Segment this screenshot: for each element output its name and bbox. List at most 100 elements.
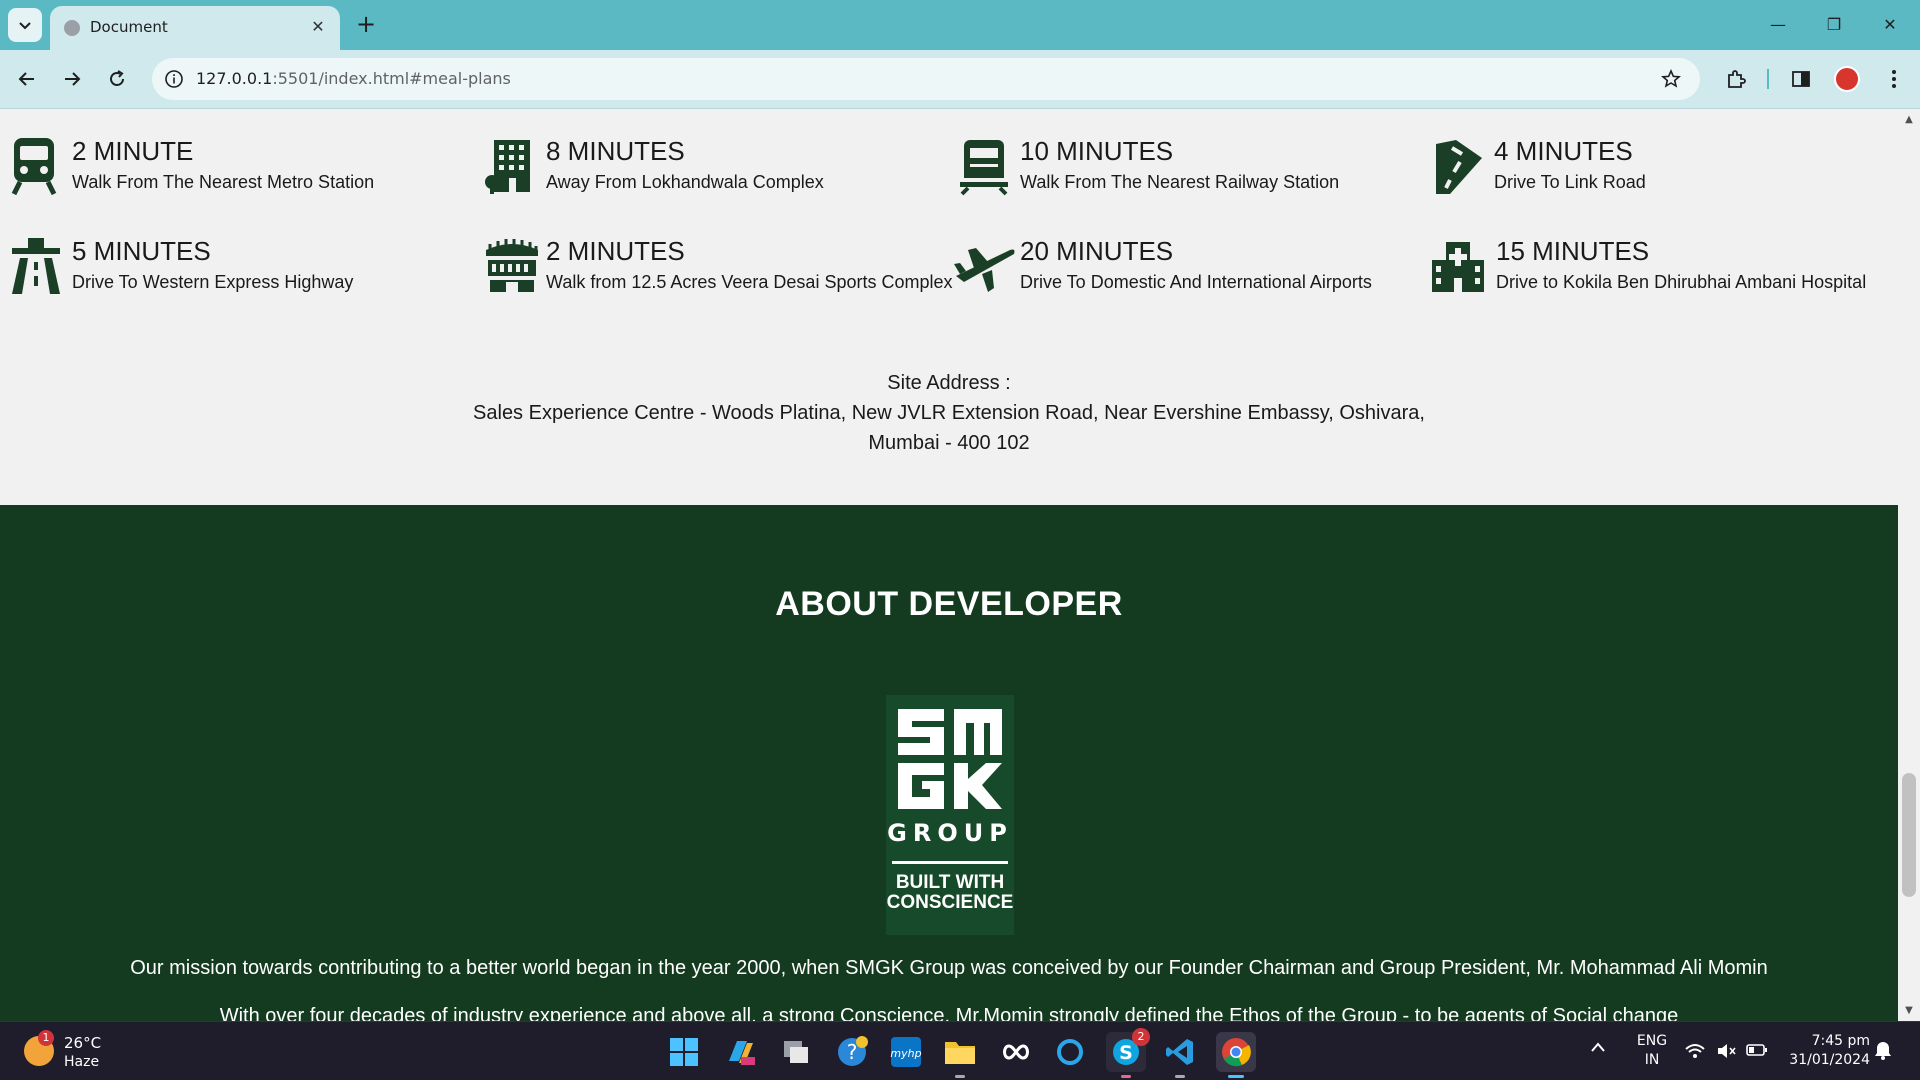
location-section: 2 MINUTE Walk From The Nearest Metro Sta…: [0, 110, 1898, 505]
task-view-icon: [784, 1041, 808, 1063]
location-time: 2 MINUTES: [546, 236, 685, 266]
page-scrollbar[interactable]: ▲ ▼: [1898, 110, 1920, 1021]
extensions-icon[interactable]: [1720, 63, 1752, 95]
location-description: Drive To Link Road: [1494, 172, 1646, 192]
logo-divider: [892, 861, 1008, 864]
cortana-app[interactable]: [1050, 1032, 1090, 1072]
location-time: 10 MINUTES: [1020, 136, 1174, 166]
svg-text:myhp: myhp: [890, 1047, 921, 1060]
language-indicator[interactable]: ENG IN: [1628, 1032, 1676, 1070]
address-bar[interactable]: 127.0.0.1:5501/index.html#meal-plans: [152, 58, 1700, 100]
section-title: ABOUT DEVELOPER: [775, 585, 1123, 623]
location-description: Drive To Western Express Highway: [72, 272, 354, 292]
page-viewport: 2 MINUTE Walk From The Nearest Metro Sta…: [0, 110, 1898, 1021]
skype-app[interactable]: S 2: [1106, 1028, 1150, 1078]
svg-text:?: ?: [847, 1040, 858, 1064]
reload-button[interactable]: [100, 62, 134, 96]
meta-app[interactable]: [996, 1032, 1036, 1072]
highway-icon: [10, 236, 62, 296]
region-code: IN: [1644, 1052, 1660, 1068]
location-time: 20 MINUTES: [1020, 236, 1174, 266]
location-description: Away From Lokhandwala Complex: [546, 172, 824, 192]
location-item: 2 MINUTES Walk from 12.5 Acres Veera Des…: [484, 236, 954, 306]
help-icon: ?: [838, 1036, 868, 1066]
infinity-icon: [1003, 1044, 1029, 1060]
new-tab-button[interactable]: +: [352, 10, 380, 38]
mission-text: Our mission towards contributing to a be…: [130, 957, 1768, 979]
smgk-logo-mark: [898, 709, 1002, 809]
site-info-icon[interactable]: [162, 67, 186, 91]
location-description: Drive to Kokila Ben Dhirubhai Ambani Hos…: [1496, 272, 1867, 292]
clock[interactable]: 7:45 pm 31/01/2024: [1784, 1032, 1870, 1070]
weather-widget[interactable]: 1 26°C Haze: [20, 1030, 140, 1074]
windows-logo-icon: [670, 1038, 698, 1066]
volume-muted-icon[interactable]: [1716, 1042, 1736, 1066]
location-item: 15 MINUTES Drive to Kokila Ben Dhirubhai…: [1430, 236, 1898, 306]
address-label: Site Address :: [887, 372, 1011, 394]
metro-train-icon: [10, 136, 62, 196]
minimize-button[interactable]: —: [1758, 8, 1798, 40]
notification-bell-icon[interactable]: [1874, 1040, 1892, 1066]
bookmark-star-icon[interactable]: [1658, 66, 1684, 92]
weather-temperature: 26°C: [64, 1034, 102, 1052]
vscode-app[interactable]: [1160, 1032, 1200, 1078]
tab-search-button[interactable]: [8, 8, 42, 42]
copilot-app[interactable]: [720, 1032, 760, 1072]
start-button[interactable]: [664, 1032, 704, 1072]
scroll-up-arrow-icon[interactable]: ▲: [1903, 114, 1915, 126]
location-description: Drive To Domestic And International Airp…: [1020, 272, 1372, 292]
road-icon: [1432, 136, 1484, 196]
scrollbar-thumb[interactable]: [1902, 773, 1916, 897]
clock-time: 7:45 pm: [1811, 1033, 1870, 1049]
building-icon: [484, 136, 536, 196]
running-indicator: [955, 1075, 965, 1078]
stadium-icon: [484, 236, 538, 296]
back-button[interactable]: [10, 62, 44, 96]
show-hidden-icons-button[interactable]: [1590, 1040, 1606, 1059]
weather-condition: Haze: [64, 1054, 100, 1070]
browser-tab[interactable]: Document ✕: [50, 6, 340, 50]
location-item: 20 MINUTES Drive To Domestic And Interna…: [952, 236, 1422, 306]
restore-button[interactable]: ❐: [1814, 8, 1854, 40]
address-line-2: Mumbai - 400 102: [868, 432, 1030, 454]
location-time: 2 MINUTE: [72, 136, 194, 166]
location-item: 2 MINUTE Walk From The Nearest Metro Sta…: [10, 136, 480, 206]
weather-badge: 1: [38, 1030, 54, 1046]
location-time: 5 MINUTES: [72, 236, 211, 266]
svg-text:S: S: [1119, 1042, 1133, 1064]
url-text[interactable]: 127.0.0.1:5501/index.html#meal-plans: [196, 69, 511, 88]
language-code: ENG: [1636, 1033, 1668, 1049]
url-host: 127.0.0.1: [196, 69, 273, 88]
side-panel-icon[interactable]: [1785, 63, 1817, 95]
vscode-icon: [1166, 1039, 1193, 1065]
forward-button[interactable]: [55, 62, 89, 96]
mission-text-continued: With over four decades of industry exper…: [219, 1005, 1679, 1021]
location-item: 8 MINUTES Away From Lokhandwala Complex: [484, 136, 954, 206]
file-explorer-app[interactable]: [940, 1032, 980, 1078]
close-tab-icon[interactable]: ✕: [306, 14, 330, 38]
location-time: 8 MINUTES: [546, 136, 685, 166]
wifi-icon[interactable]: [1684, 1042, 1706, 1066]
globe-icon: [64, 20, 80, 36]
chrome-app[interactable]: [1216, 1032, 1256, 1078]
location-time: 4 MINUTES: [1494, 136, 1633, 166]
tab-title: Document: [90, 18, 168, 36]
battery-icon[interactable]: [1746, 1042, 1768, 1064]
help-app[interactable]: ?: [832, 1032, 872, 1072]
profile-avatar[interactable]: [1834, 66, 1860, 92]
close-window-button[interactable]: ✕: [1870, 8, 1910, 40]
task-view-app[interactable]: [776, 1032, 816, 1072]
location-description: Walk from 12.5 Acres Veera Desai Sports …: [546, 272, 953, 292]
airplane-icon: [952, 236, 1015, 296]
browser-toolbar: 127.0.0.1:5501/index.html#meal-plans: [0, 50, 1920, 109]
browser-tab-bar: Document ✕ + — ❐ ✕: [0, 0, 1920, 50]
more-menu-icon[interactable]: [1878, 63, 1910, 95]
myhp-icon: myhp: [890, 1037, 922, 1067]
scroll-down-arrow-icon[interactable]: ▼: [1903, 1005, 1915, 1017]
logo-group-text: GROUP: [887, 819, 1013, 847]
myhp-app[interactable]: myhp: [886, 1032, 926, 1072]
running-indicator: [1175, 1075, 1185, 1078]
about-developer-section: ABOUT DEVELOPER GROUP BUILT WITH CONSCIE…: [0, 505, 1898, 1021]
chrome-icon: [1222, 1038, 1251, 1067]
chevron-up-icon: [1591, 1042, 1605, 1052]
